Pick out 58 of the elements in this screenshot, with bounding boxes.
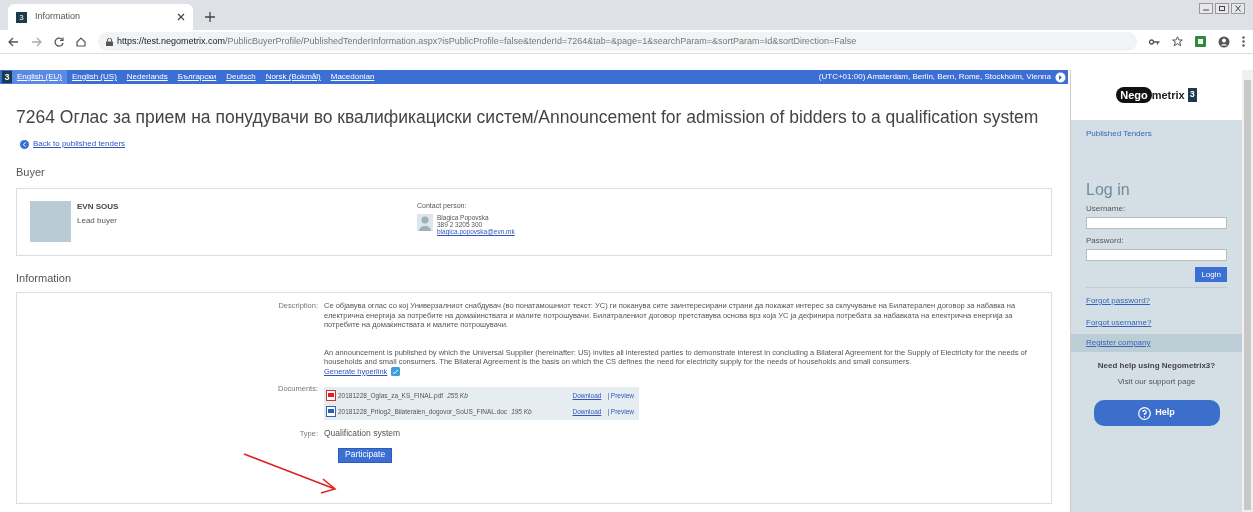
restore-icon[interactable] bbox=[1215, 3, 1229, 14]
language-link[interactable]: Deutsch bbox=[221, 70, 261, 84]
person-avatar-icon bbox=[417, 214, 433, 231]
profile-icon[interactable] bbox=[1218, 35, 1230, 48]
field-label: Password: bbox=[1085, 235, 1125, 247]
help-button[interactable]: Help bbox=[1093, 400, 1220, 426]
close-icon[interactable] bbox=[177, 13, 185, 21]
address-bar[interactable]: https://test.negometrix.com/PublicBuyerProfile/PublishedTenderInformation.aspx?isPublicProfile=false&tenderId=7264&tab=&page=1&searchParam=&sortParam=Id&sortDirection=False bbox=[98, 32, 1137, 51]
published-tenders-link[interactable]: Published Tenders bbox=[1071, 128, 1242, 140]
arrow-circle-icon[interactable] bbox=[1055, 71, 1066, 83]
language-link[interactable]: English (EU) bbox=[12, 70, 67, 84]
url-text: https://test.negometrix.com/PublicBuyerProfile/PublishedTenderInformation.aspx?isPublicProfile=false&tenderId=7264&tab=&page=1&searchParam=&sortParam=Id&sortDirection=False bbox=[117, 34, 857, 48]
tab-title: Information bbox=[35, 10, 82, 24]
building-image bbox=[30, 200, 71, 242]
extension-icon[interactable] bbox=[1195, 36, 1206, 47]
back-link[interactable]: Back to published tenders bbox=[33, 138, 126, 150]
browser-tab[interactable]: 3 Information bbox=[8, 4, 193, 30]
timezone-text: (UTC+01:00) Amsterdam, Berlin, Bern, Rome, Stockholm, Vienna bbox=[818, 71, 1051, 83]
help-title: Need help using Negometrix3? bbox=[1096, 360, 1217, 372]
login-heading: Log in bbox=[1085, 180, 1131, 200]
home-icon[interactable] bbox=[76, 36, 86, 47]
buyer-name: EVN SOUS bbox=[77, 200, 120, 213]
language-link[interactable]: Macedonian bbox=[325, 70, 380, 84]
new-tab-icon[interactable] bbox=[205, 12, 215, 22]
language-link[interactable]: Norsk (Bokmål) bbox=[260, 70, 326, 84]
field-label: Username: bbox=[1085, 203, 1127, 215]
back-icon[interactable] bbox=[8, 36, 19, 47]
section-heading: Information bbox=[16, 270, 73, 286]
site-logo: 3 bbox=[2, 71, 12, 83]
forgot-username-link[interactable]: Forgot username? bbox=[1071, 317, 1242, 329]
star-icon[interactable] bbox=[1172, 36, 1183, 47]
document-file-icon bbox=[326, 406, 336, 417]
page-title: 7264 Оглас за прием на понудувачи во квалификациски систем/Announcement for admission of bidders to a qualification system bbox=[16, 106, 1040, 128]
section-heading: Buyer bbox=[16, 165, 46, 180]
participate-button[interactable]: Participate bbox=[338, 447, 393, 463]
forgot-password-link[interactable]: Forgot password? bbox=[1071, 295, 1242, 307]
help-subtitle: Visit our support page bbox=[1116, 376, 1197, 388]
pdf-file-icon bbox=[326, 390, 336, 401]
menu-icon[interactable] bbox=[1242, 36, 1245, 47]
language-link[interactable]: English (US) bbox=[66, 70, 122, 84]
lock-icon bbox=[106, 37, 113, 46]
type-value: Qualification system bbox=[324, 429, 401, 439]
password-field[interactable] bbox=[1086, 249, 1227, 261]
back-arrow-icon bbox=[20, 139, 29, 149]
logo-badge: 3 bbox=[1187, 88, 1197, 102]
question-circle-icon bbox=[1138, 406, 1152, 420]
site-icon: 3 bbox=[16, 11, 27, 23]
login-button[interactable]: Login bbox=[1195, 267, 1227, 282]
register-company-link[interactable]: Register company bbox=[1071, 334, 1242, 352]
language-link[interactable]: Български bbox=[172, 70, 222, 84]
buyer-role: Lead buyer bbox=[77, 214, 119, 227]
language-link[interactable]: Nederlands bbox=[121, 70, 173, 84]
close-icon[interactable] bbox=[1231, 3, 1245, 14]
key-icon[interactable] bbox=[1149, 37, 1160, 46]
reload-icon[interactable] bbox=[54, 36, 64, 47]
username-field[interactable] bbox=[1086, 217, 1227, 229]
logo-wordmark: metrix bbox=[1151, 87, 1185, 103]
logo-wordmark: Nego bbox=[1116, 86, 1152, 104]
